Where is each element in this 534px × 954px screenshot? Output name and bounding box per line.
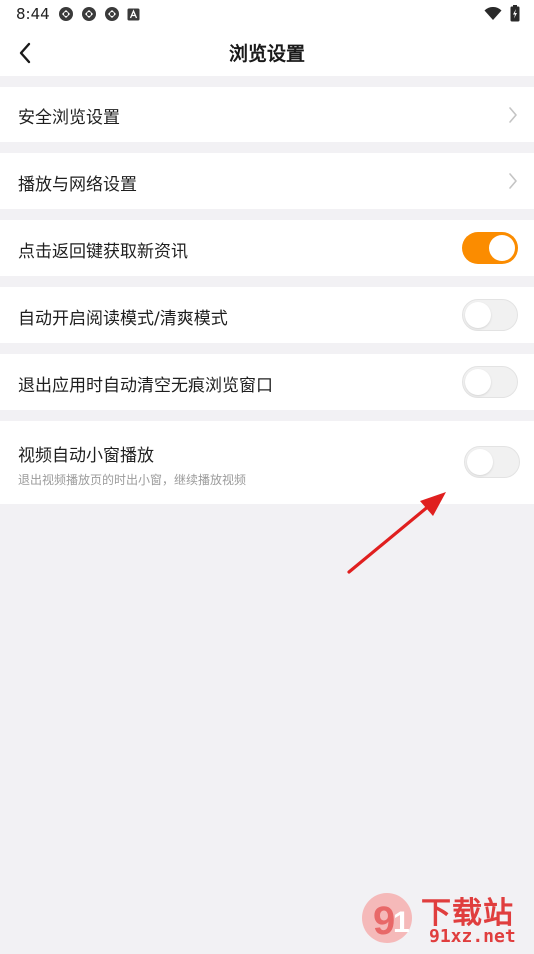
app-bar: 浏览设置 bbox=[0, 30, 534, 76]
sync-icon bbox=[105, 7, 119, 21]
auto-reading-mode-toggle[interactable] bbox=[462, 299, 518, 331]
settings-row-label: 退出应用时自动清空无痕浏览窗口 bbox=[18, 376, 273, 396]
settings-row-description: 退出视频播放页的时出小窗，继续播放视频 bbox=[18, 473, 247, 487]
text-a-icon bbox=[127, 8, 140, 20]
annotation-arrow-icon bbox=[347, 492, 446, 574]
auto-clear-incognito-toggle[interactable] bbox=[462, 366, 518, 398]
settings-row-safe-browsing[interactable]: 安全浏览设置 bbox=[0, 87, 534, 142]
chevron-right-icon bbox=[509, 173, 517, 189]
settings-row-label: 播放与网络设置 bbox=[18, 175, 137, 195]
settings-row-label: 点击返回键获取新资讯 bbox=[18, 242, 188, 262]
video-mini-window-toggle[interactable] bbox=[464, 446, 520, 478]
status-time: 8:44 bbox=[16, 5, 50, 23]
sync-icon bbox=[82, 7, 96, 21]
svg-text:9: 9 bbox=[373, 899, 395, 943]
toggle-knob bbox=[467, 449, 493, 475]
chevron-right-icon bbox=[509, 107, 517, 123]
status-notification-icons bbox=[58, 6, 140, 22]
status-bar: 8:44 bbox=[0, 0, 534, 30]
toggle-knob bbox=[465, 369, 491, 395]
wifi-icon bbox=[484, 6, 502, 20]
back-key-refresh-toggle[interactable] bbox=[462, 232, 518, 264]
watermark-domain-text: 91xz.net bbox=[429, 926, 516, 947]
toggle-knob bbox=[465, 302, 491, 328]
settings-row-auto-reading-mode: 自动开启阅读模式/清爽模式 bbox=[0, 287, 534, 343]
battery-icon bbox=[510, 5, 520, 22]
settings-row-label: 自动开启阅读模式/清爽模式 bbox=[18, 309, 228, 329]
settings-row-label: 视频自动小窗播放 bbox=[18, 446, 154, 466]
settings-row-back-key-refresh: 点击返回键获取新资讯 bbox=[0, 220, 534, 276]
toggle-knob bbox=[489, 235, 515, 261]
sync-icon bbox=[59, 7, 73, 21]
settings-row-video-mini-window: 视频自动小窗播放 退出视频播放页的时出小窗，继续播放视频 bbox=[0, 421, 534, 504]
page-title: 浏览设置 bbox=[228, 43, 305, 65]
watermark-logo: 9 1 下载站 91xz.net bbox=[359, 888, 534, 950]
settings-row-label: 安全浏览设置 bbox=[18, 108, 120, 128]
status-system-icons bbox=[484, 5, 520, 22]
svg-text:1: 1 bbox=[393, 906, 410, 939]
settings-row-auto-clear-incognito: 退出应用时自动清空无痕浏览窗口 bbox=[0, 354, 534, 410]
settings-row-playback-network[interactable]: 播放与网络设置 bbox=[0, 153, 534, 209]
